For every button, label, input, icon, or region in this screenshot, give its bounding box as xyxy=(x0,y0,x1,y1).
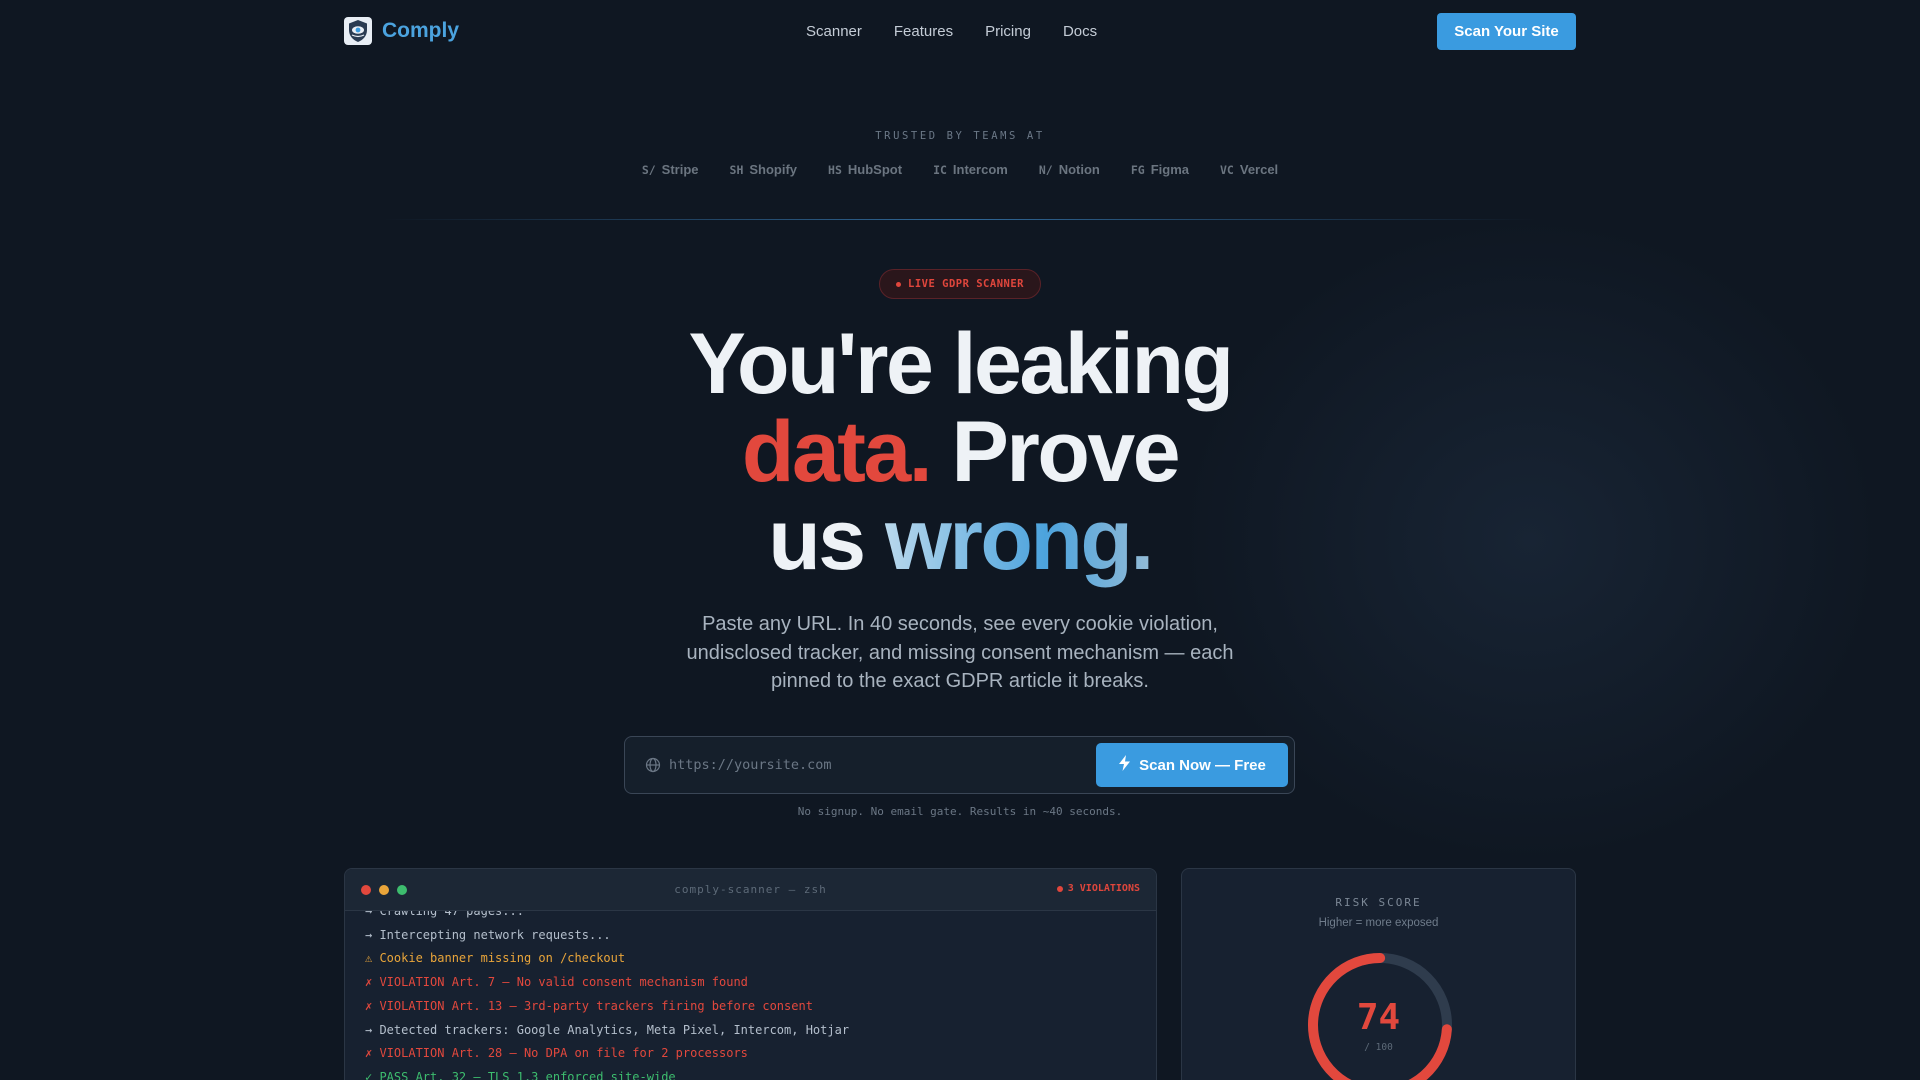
brand-abbr: N/ xyxy=(1038,162,1053,177)
risk-subtitle: Higher = more exposed xyxy=(1318,917,1439,929)
headline-line-1: You're leaking xyxy=(688,316,1234,412)
brand-label: Figma xyxy=(1150,162,1189,177)
terminal-title: comply-scanner — zsh xyxy=(674,883,827,896)
nav-link-pricing[interactable]: Pricing xyxy=(985,23,1031,40)
trusted-brands: S/Stripe SH Shopify HS HubSpot IC Intercom … xyxy=(0,162,1920,177)
live-scanner-badge: LIVE GDPR SCANNER xyxy=(879,269,1041,299)
brand-abbr: HS xyxy=(828,162,842,177)
scanner-terminal: comply-scanner — zsh 3 VIOLATIONS → Craw… xyxy=(344,868,1157,1080)
brand-vercel: VC Vercel xyxy=(1220,162,1278,177)
brand-name: Comply xyxy=(382,19,460,42)
hero-headline: You're leaking data. Prove us wrong. xyxy=(0,320,1920,584)
terminal-line: → Intercepting network requests... xyxy=(365,927,611,942)
brand-stripe: S/Stripe xyxy=(642,162,699,177)
brand-notion: N/Notion xyxy=(1039,162,1100,177)
headline-blue-word: wrong. xyxy=(884,492,1154,588)
terminal-line: ✗ VIOLATION Art. 13 — 3rd-party trackers… xyxy=(365,998,813,1013)
violation-dot-icon xyxy=(1056,885,1063,892)
terminal-line: ✓ PASS Art. 32 — TLS 1.3 enforced site-w… xyxy=(365,1069,676,1080)
terminal-titlebar: comply-scanner — zsh 3 VIOLATIONS xyxy=(345,869,1156,911)
risk-score-card: RISK SCORE Higher = more exposed 74 / 10… xyxy=(1181,868,1576,1080)
violations-label: 3 VIOLATIONS xyxy=(1067,883,1140,894)
brand-logo[interactable]: Comply xyxy=(344,17,459,45)
scan-note: No signup. No email gate. Results in ~40… xyxy=(797,805,1123,818)
brand-abbr: VC xyxy=(1220,162,1234,177)
nav-links: Scanner Features Pricing Docs xyxy=(806,23,1097,40)
terminal-line: → Detected trackers: Google Analytics, M… xyxy=(365,1022,850,1037)
scan-your-site-button[interactable]: Scan Your Site xyxy=(1437,13,1576,50)
scan-form: Scan Now — Free xyxy=(624,736,1295,794)
brand-label: Vercel xyxy=(1239,162,1279,177)
terminal-line: ⚠ Cookie banner missing on /checkout xyxy=(365,951,626,966)
nav-link-scanner[interactable]: Scanner xyxy=(806,23,862,40)
terminal-line: ✗ VIOLATION Art. 7 — No valid consent me… xyxy=(365,975,748,990)
headline-us: us xyxy=(768,492,885,588)
headline-mid: Prove xyxy=(930,404,1181,500)
live-dot-icon xyxy=(896,281,902,287)
brand-label: Shopify xyxy=(749,162,798,177)
risk-max: / 100 xyxy=(1364,1042,1393,1053)
scan-now-label: Scan Now — Free xyxy=(1139,756,1266,774)
section-divider xyxy=(384,219,1536,220)
risk-title: RISK SCORE xyxy=(1335,896,1422,909)
brand-hubspot: HS HubSpot xyxy=(828,162,902,177)
url-input[interactable] xyxy=(669,747,1059,783)
nav-link-docs[interactable]: Docs xyxy=(1063,23,1097,40)
terminal-lines: → Crawling 47 pages... → Intercepting net… xyxy=(365,911,849,1080)
top-nav: Comply Scanner Features Pricing Docs Sca… xyxy=(0,0,1920,64)
brand-abbr: FG xyxy=(1130,162,1145,177)
risk-value: 74 xyxy=(1356,997,1401,1038)
scan-now-button[interactable]: Scan Now — Free xyxy=(1096,743,1288,787)
violations-counter: 3 VIOLATIONS xyxy=(1056,883,1140,894)
brand-abbr: S/ xyxy=(641,162,656,177)
brand-abbr: IC xyxy=(933,162,947,177)
brand-label: Intercom xyxy=(952,162,1008,177)
trusted-label: TRUSTED BY TEAMS AT xyxy=(875,130,1045,142)
bolt-icon xyxy=(1118,755,1131,775)
nav-link-features[interactable]: Features xyxy=(894,23,953,40)
terminal-line: ✗ VIOLATION Art. 28 — No DPA on file for… xyxy=(365,1046,748,1061)
brand-label: Notion xyxy=(1058,162,1100,177)
brand-abbr: SH xyxy=(729,162,744,177)
terminal-line: → Crawling 47 pages... xyxy=(365,911,524,918)
hero-subtext: Paste any URL. In 40 seconds, see every … xyxy=(686,613,1234,692)
terminal-output[interactable]: → Crawling 47 pages... → Intercepting net… xyxy=(365,911,1136,1080)
brand-intercom: IC Intercom xyxy=(933,162,1008,177)
globe-icon xyxy=(645,757,661,778)
brand-label: Stripe xyxy=(661,162,699,177)
shield-icon xyxy=(344,17,372,45)
brand-shopify: SH Shopify xyxy=(730,162,798,177)
brand-label: HubSpot xyxy=(847,162,903,177)
headline-red-word: data. xyxy=(741,404,933,500)
badge-label: LIVE GDPR SCANNER xyxy=(908,278,1024,290)
brand-figma: FG Figma xyxy=(1131,162,1189,177)
